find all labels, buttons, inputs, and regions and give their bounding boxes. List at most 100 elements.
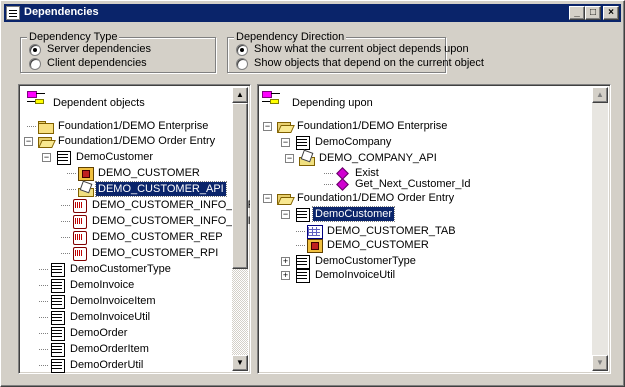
tree-node-label[interactable]: DEMO_CUSTOMER_API xyxy=(95,181,227,197)
tree-connector xyxy=(324,184,333,185)
collapse-icon[interactable]: − xyxy=(263,122,272,131)
tree-node-label[interactable]: DEMO_CUSTOMER_INFO_RPI xyxy=(90,214,250,228)
radio-label: Show objects that depend on the current … xyxy=(254,57,484,69)
tree-node-label[interactable]: DEMO_CUSTOMER_TAB xyxy=(325,224,458,238)
tree-connector xyxy=(39,317,48,318)
tree-node-label[interactable]: DemoOrder xyxy=(68,326,129,340)
tree-node-label[interactable]: DemoOrderItem xyxy=(68,342,151,356)
tree-node-label[interactable]: DEMO_COMPANY_API xyxy=(317,151,439,165)
collapse-icon[interactable]: − xyxy=(263,194,272,203)
class-icon xyxy=(49,294,65,309)
tree-node-label[interactable]: Get_Next_Customer_Id xyxy=(353,177,473,191)
tree-node-label[interactable]: DemoInvoiceItem xyxy=(68,294,158,308)
tree-node-label[interactable]: DemoOrderUtil xyxy=(68,358,145,372)
scroll-down-arrow-icon[interactable]: ▼ xyxy=(232,355,248,371)
scroll-up-arrow-icon[interactable]: ▲ xyxy=(232,87,248,103)
scroll-down-arrow-icon[interactable]: ▼ xyxy=(592,355,608,371)
class-icon xyxy=(294,268,310,283)
tree-connector xyxy=(39,333,48,334)
expand-icon[interactable]: + xyxy=(281,257,290,266)
vertical-scrollbar[interactable]: ▲ ▼ xyxy=(232,87,248,371)
method-icon xyxy=(334,177,350,191)
minimize-button[interactable]: _ xyxy=(569,6,585,20)
dependency-direction-group: Dependency Direction Show what the curre… xyxy=(227,31,484,73)
tree-node-label[interactable]: DemoCustomerType xyxy=(68,262,173,276)
dependent-objects-tree[interactable]: Dependent objects Foundation1/DEMO Enter… xyxy=(18,84,251,374)
open-folder-icon xyxy=(276,191,292,205)
view-icon xyxy=(306,238,323,253)
radio-label: Server dependencies xyxy=(47,43,151,55)
tree-node-label[interactable]: DemoInvoiceUtil xyxy=(313,268,397,282)
expand-icon[interactable]: + xyxy=(281,271,290,280)
tree-node-label[interactable]: DEMO_CUSTOMER xyxy=(96,166,202,180)
tree-connector xyxy=(61,221,70,222)
scroll-up-arrow-icon[interactable]: ▲ xyxy=(592,87,608,103)
tree-connector xyxy=(324,173,333,174)
tree-connector xyxy=(39,285,48,286)
open-folder-icon xyxy=(37,134,53,148)
tree-header-label: Dependent objects xyxy=(53,97,145,109)
radio-button[interactable] xyxy=(29,44,41,56)
tree-connector xyxy=(39,349,48,350)
dependency-arrows-icon xyxy=(27,90,49,106)
tree-connector xyxy=(296,245,305,246)
dependency-arrows-icon xyxy=(262,90,284,106)
tree-node-label[interactable]: Foundation1/DEMO Enterprise xyxy=(295,119,449,133)
tree-node-label[interactable]: DemoCompany xyxy=(313,135,393,149)
tree-connector xyxy=(61,253,70,254)
tree-connector xyxy=(67,189,76,190)
api-icon xyxy=(77,182,94,197)
tree-node-label[interactable]: DemoCustomerType xyxy=(313,254,418,268)
tree-node-label[interactable]: DemoCustomer xyxy=(74,150,155,164)
collapse-icon[interactable]: − xyxy=(24,137,33,146)
tree-connector xyxy=(61,237,70,238)
tree-connector xyxy=(61,205,70,206)
dependencies-app-icon[interactable] xyxy=(6,6,20,20)
close-button[interactable]: × xyxy=(603,6,619,20)
class-icon xyxy=(49,358,65,373)
tree-node-label[interactable]: DEMO_CUSTOMER_INFO_REP xyxy=(90,198,250,212)
dependencies-window: Dependencies _ □ × Dependency Type Serve… xyxy=(0,0,625,387)
tree-connector xyxy=(67,173,76,174)
tree-node-label[interactable]: DemoCustomer xyxy=(311,206,396,222)
tree-node-label[interactable]: DemoInvoiceUtil xyxy=(68,310,152,324)
title-bar[interactable]: Dependencies _ □ × xyxy=(4,4,621,22)
radio-label: Show what the current object depends upo… xyxy=(254,43,469,55)
tree-node-label[interactable]: DemoInvoice xyxy=(68,278,136,292)
scroll-thumb[interactable] xyxy=(232,103,248,269)
tree-node-label[interactable]: Foundation1/DEMO Enterprise xyxy=(56,119,210,133)
tree-node-label[interactable]: Foundation1/DEMO Order Entry xyxy=(295,191,456,205)
dependency-type-legend: Dependency Type xyxy=(27,31,120,43)
open-folder-icon xyxy=(276,119,292,133)
table-icon xyxy=(306,224,323,239)
maximize-button[interactable]: □ xyxy=(585,6,601,20)
class-icon xyxy=(49,310,65,325)
tree-node-label[interactable]: DEMO_CUSTOMER_REP xyxy=(90,230,225,244)
class-icon xyxy=(294,254,310,269)
collapse-icon[interactable]: − xyxy=(281,210,290,219)
class-icon xyxy=(294,207,310,222)
radio-button[interactable] xyxy=(29,58,41,70)
collapse-icon[interactable]: − xyxy=(281,138,290,147)
vertical-scrollbar[interactable]: ▲ ▼ xyxy=(592,87,608,371)
tree-connector xyxy=(39,365,48,366)
window-title: Dependencies xyxy=(24,6,99,18)
depending-upon-tree[interactable]: Depending upon − Foundation1/DEMO Enterpr… xyxy=(257,84,611,374)
report-icon xyxy=(71,198,87,213)
view-icon xyxy=(77,166,94,181)
report-icon xyxy=(71,230,87,245)
radio-button[interactable] xyxy=(236,58,248,70)
tree-header-label: Depending upon xyxy=(292,97,373,109)
folder-icon xyxy=(37,119,54,134)
collapse-icon[interactable]: − xyxy=(42,153,51,162)
collapse-icon[interactable]: − xyxy=(285,154,294,163)
report-icon xyxy=(71,214,87,229)
dependency-direction-legend: Dependency Direction xyxy=(234,31,347,43)
tree-connector xyxy=(39,269,48,270)
tree-node-label[interactable]: Foundation1/DEMO Order Entry xyxy=(56,134,217,148)
radio-button[interactable] xyxy=(236,44,248,56)
tree-connector xyxy=(27,126,36,127)
tree-node-label[interactable]: DEMO_CUSTOMER xyxy=(325,238,431,252)
dependency-type-group: Dependency Type Server dependencies Clie… xyxy=(20,31,216,73)
tree-node-label[interactable]: DEMO_CUSTOMER_RPI xyxy=(90,246,220,260)
